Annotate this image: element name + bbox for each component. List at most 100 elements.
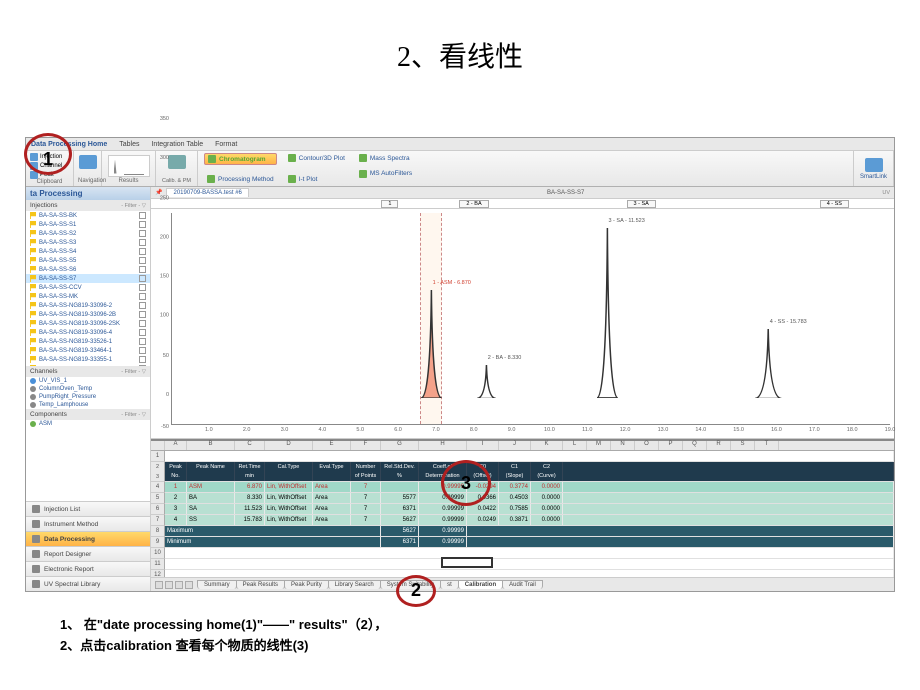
table-row[interactable]: 9Minimum63710.99999 (151, 537, 894, 548)
column-letter[interactable]: S (731, 441, 755, 450)
injections-header[interactable]: Injections - Filter - ▽ (26, 200, 150, 211)
flag-icon (30, 365, 36, 366)
bottom-nav-item[interactable]: Data Processing (26, 531, 150, 546)
injection-item[interactable]: BA-SA-SS-NG819-33526-1 (26, 337, 150, 346)
column-letter[interactable]: H (419, 441, 467, 450)
injection-item[interactable]: BA-SA-SS-S3 (26, 238, 150, 247)
injection-item[interactable]: BA-SA-SS-S4 (26, 247, 150, 256)
tab-data-processing-home[interactable]: Data Processing Home (31, 141, 107, 148)
injection-item[interactable]: BA-SA-SS-NG819-33096-2B (26, 310, 150, 319)
chromatogram-peak[interactable]: 1 - ASM - 6.870 (421, 290, 442, 398)
sheet-tab[interactable]: st (440, 580, 459, 589)
sheet-tab[interactable]: Summary (197, 580, 237, 589)
injection-item[interactable]: BA-SA-SS-S2 (26, 229, 150, 238)
bottom-nav-item[interactable]: Instrument Method (26, 516, 150, 531)
chromatogram-plot[interactable]: -50050100150200250300350 1 - ASM - 6.870… (151, 209, 894, 439)
column-letter[interactable]: N (611, 441, 635, 450)
column-letter[interactable]: D (265, 441, 313, 450)
bottom-nav-item[interactable]: Electronic Report (26, 561, 150, 576)
column-letter[interactable]: G (381, 441, 419, 450)
tab-tables[interactable]: Tables (119, 141, 139, 148)
column-letter[interactable]: O (635, 441, 659, 450)
injection-item[interactable]: BA-SA-SS-MK (26, 292, 150, 301)
table-row[interactable]: 41ASM6.870Lin, WithOffsetArea70.99999-0.… (151, 482, 894, 493)
pane-contour[interactable]: Contour/3D Plot (285, 153, 348, 163)
column-letter[interactable]: J (499, 441, 531, 450)
bottom-nav-item[interactable]: Injection List (26, 501, 150, 516)
bottom-nav-item[interactable]: UV Spectral Library (26, 576, 150, 591)
column-letter[interactable]: M (587, 441, 611, 450)
injection-item[interactable]: BA-SA-SS-NG819-33096-2 (26, 301, 150, 310)
clipboard-injection[interactable]: Injection (30, 153, 69, 161)
column-letter[interactable]: A (165, 441, 187, 450)
column-letter[interactable]: F (351, 441, 381, 450)
column-letter[interactable]: T (755, 441, 779, 450)
clone-icon (139, 293, 146, 300)
clone-icon (139, 356, 146, 363)
clipboard-peak[interactable]: Peak (30, 171, 69, 179)
column-letter[interactable]: I (467, 441, 499, 450)
channel-item[interactable]: ColumnOven_Temp (26, 385, 150, 393)
injection-item[interactable]: BA-SA-SS-NG819-33464-1 (26, 346, 150, 355)
sheet-tab[interactable]: System Suitability (380, 580, 441, 589)
sheet-body[interactable]: 123Peak No.Peak NameRet.Time minCal.Type… (151, 451, 894, 577)
injection-item[interactable]: BA-SA-SS-S1 (26, 220, 150, 229)
table-row[interactable]: 11 (151, 559, 894, 570)
column-letter[interactable]: E (313, 441, 351, 450)
chromatogram-peak[interactable]: 3 - SA - 11.523 (597, 228, 618, 398)
table-row[interactable]: 74SS15.783Lin, WithOffsetArea756270.9999… (151, 515, 894, 526)
injection-item[interactable]: BA-SA-SS-CCV (26, 283, 150, 292)
injection-item[interactable]: BA-SA-SS-S7 (26, 274, 150, 283)
sheet-tab[interactable]: Peak Results (236, 580, 285, 589)
injection-item[interactable]: BA-SA-SS-BK (26, 211, 150, 220)
column-letter[interactable]: L (563, 441, 587, 450)
peak-bar-label[interactable]: 1 (381, 200, 398, 208)
channel-item[interactable]: Temp_Lamphouse (26, 401, 150, 409)
pane-processing-method[interactable]: Processing Method (204, 174, 277, 184)
table-row[interactable]: 8Maximum56270.99999 (151, 526, 894, 537)
pane-chromatogram[interactable]: Chromatogram (204, 153, 277, 165)
injection-item[interactable]: BA-SA-SS-S6 (26, 265, 150, 274)
table-row[interactable]: 1 (151, 451, 894, 462)
peak-bar-label[interactable]: 3 - SA (627, 200, 656, 208)
channel-item[interactable]: UV_VIS_1 (26, 377, 150, 385)
tab-format[interactable]: Format (215, 141, 237, 148)
sheet-tab[interactable]: Library Search (328, 580, 381, 589)
injection-item[interactable]: BA-SA-SS-S5 (26, 256, 150, 265)
bottom-nav-item[interactable]: Report Designer (26, 546, 150, 561)
channels-header[interactable]: Channels - Filter - ▽ (26, 366, 150, 377)
panes-group: Chromatogram Processing Method Contour/3… (198, 151, 854, 186)
sheet-tab[interactable]: Calibration (458, 580, 503, 589)
sheet-nav-arrows[interactable] (155, 581, 193, 589)
chromatogram-peak[interactable]: 4 - SS - 15.783 (755, 329, 781, 398)
channel-item[interactable]: PumpRight_Pressure (26, 393, 150, 401)
document-tab[interactable]: 20190709-BASSA.test #6 (166, 188, 248, 197)
table-row[interactable]: 10 (151, 548, 894, 559)
injection-item[interactable]: BA-SA-SS-NG819-33096-2SK (26, 319, 150, 328)
table-row[interactable]: 63SA11.523Lin, WithOffsetArea763710.9999… (151, 504, 894, 515)
pane-it-plot[interactable]: I-t Plot (285, 174, 348, 184)
column-letter[interactable]: R (707, 441, 731, 450)
sheet-tab[interactable]: Peak Purity (284, 580, 329, 589)
column-letter[interactable]: K (531, 441, 563, 450)
sheet-tab[interactable]: Audit Trail (502, 580, 543, 589)
clipboard-channel[interactable]: Channel (30, 162, 69, 170)
peak-bar-label[interactable]: 2 - BA (459, 200, 488, 208)
table-row[interactable]: 12 (151, 570, 894, 577)
injection-item[interactable]: BA-SA-SS-NG819-33355-1 (26, 355, 150, 364)
pane-ms-autofilters[interactable]: MS AutoFilters (356, 169, 920, 179)
peak-bar-label[interactable]: 4 - SS (820, 200, 849, 208)
smartlink-group[interactable]: SmartLink (854, 151, 894, 186)
flag-icon (30, 347, 36, 354)
injection-item[interactable]: BA-SA-SS-NG819-33096-4 (26, 328, 150, 337)
components-header[interactable]: Components - Filter - ▽ (26, 409, 150, 420)
column-letter[interactable]: P (659, 441, 683, 450)
column-letter[interactable]: B (187, 441, 235, 450)
chromatogram-peak[interactable]: 2 - BA - 8.330 (477, 365, 496, 398)
pane-mass-spectra[interactable]: Mass Spectra (356, 153, 920, 163)
column-letter[interactable]: C (235, 441, 265, 450)
table-row[interactable]: 52BA8.330Lin, WithOffsetArea755770.99999… (151, 493, 894, 504)
navigation-button[interactable] (78, 153, 97, 171)
component-item[interactable]: ASM (26, 420, 150, 428)
column-letter[interactable]: Q (683, 441, 707, 450)
